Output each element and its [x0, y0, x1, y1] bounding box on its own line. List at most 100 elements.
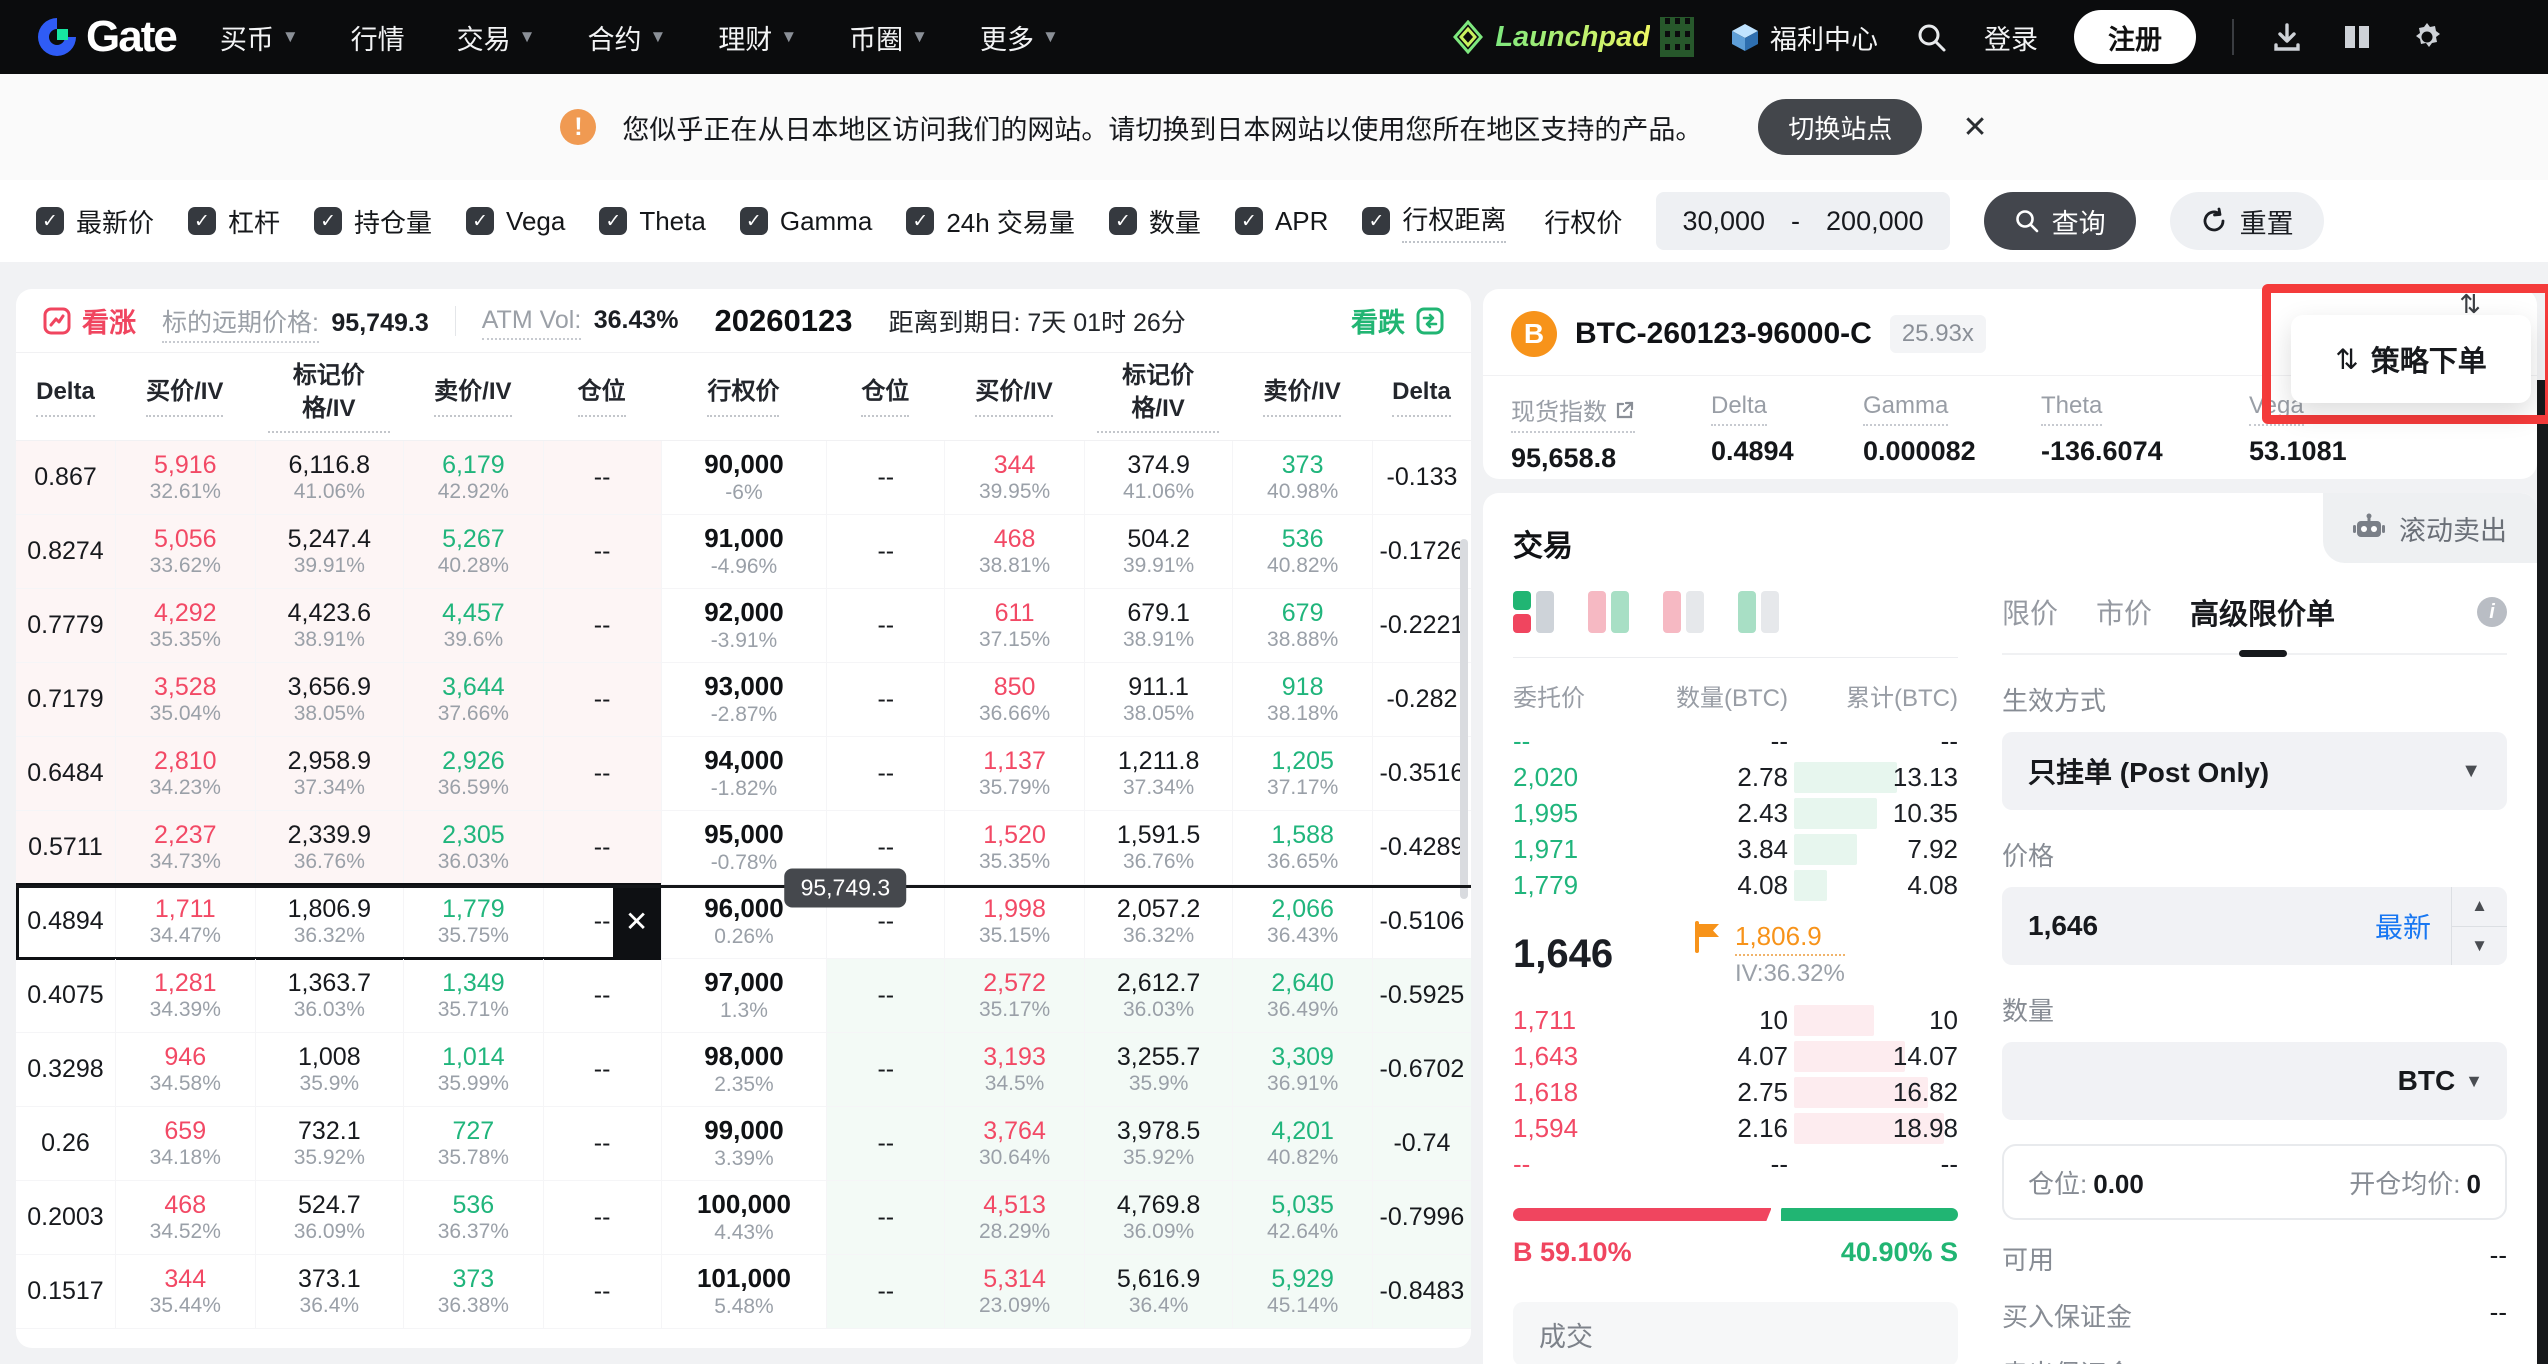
filter-checkbox-4[interactable]: ✓Vega — [466, 206, 565, 237]
use-latest-price-link[interactable]: 最新 — [2375, 906, 2451, 946]
book-mode-asks-icon[interactable] — [1738, 591, 1779, 633]
option-chain-row-94,000[interactable]: 0.64842,81034.23%2,958.937.34%2,92636.59… — [16, 737, 1471, 811]
ask-row[interactable]: 1,7794.084.08 — [1513, 867, 1958, 903]
quantity-input[interactable]: BTC ▼ — [2002, 1042, 2507, 1120]
chain-col-header-3[interactable]: 标记价格/IV — [255, 353, 403, 440]
chain-col-header-11[interactable]: Delta — [1372, 353, 1471, 440]
book-mode-bids-icon[interactable] — [1663, 591, 1704, 633]
filter-checkbox-7[interactable]: ✓24h 交易量 — [906, 203, 1075, 240]
chain-col-header-4[interactable]: 卖价/IV — [403, 353, 543, 440]
option-chain-row-92,000[interactable]: 0.77794,29235.35%4,423.638.91%4,45739.6%… — [16, 589, 1471, 663]
tab-高级限价单[interactable]: 高级限价单 — [2190, 591, 2335, 633]
option-chain-row-100,000[interactable]: 0.200346834.52%524.736.09%53636.37%--100… — [16, 1181, 1471, 1255]
reset-button[interactable]: 重置 — [2170, 192, 2324, 250]
nav-item-2[interactable]: 行情 — [351, 18, 405, 57]
option-chain-row-98,000[interactable]: 0.329894634.58%1,00835.9%1,01435.99%--98… — [16, 1033, 1471, 1107]
call-ask: 53636.37% — [403, 1181, 543, 1254]
tif-label: 生效方式 — [2002, 681, 2507, 718]
price-step-up-icon[interactable]: ▲ — [2452, 887, 2507, 927]
option-chain-row-99,000[interactable]: 0.2665934.18%732.135.92%72735.78%--99,00… — [16, 1107, 1471, 1181]
price-step-down-icon[interactable]: ▼ — [2452, 927, 2507, 966]
gate-logo[interactable]: Gate — [34, 12, 176, 62]
filter-checkbox-6[interactable]: ✓Gamma — [740, 206, 872, 237]
switch-site-button[interactable]: 切换站点 — [1758, 99, 1922, 155]
download-icon[interactable] — [2270, 20, 2304, 54]
apps-grid-icon[interactable] — [2480, 20, 2514, 54]
strike-min-value[interactable]: 30,000 — [1682, 206, 1765, 237]
external-link-icon[interactable] — [1615, 400, 1635, 420]
nav-item-3[interactable]: 交易▼ — [457, 18, 536, 57]
filter-checkbox-3[interactable]: ✓持仓量 — [314, 203, 432, 240]
nav-item-6[interactable]: 币圈▼ — [849, 18, 928, 57]
ask-row[interactable]: 1,9713.847.92 — [1513, 831, 1958, 867]
filter-checkbox-9[interactable]: ✓APR — [1235, 206, 1328, 237]
nav-welfare-center[interactable]: 福利中心 — [1730, 18, 1878, 57]
last-price[interactable]: 1,646 — [1513, 932, 1693, 977]
nav-item-5[interactable]: 理财▼ — [718, 18, 797, 57]
close-selected-icon[interactable]: ✕ — [613, 883, 661, 960]
info-icon[interactable]: i — [2477, 597, 2507, 627]
expiry-date[interactable]: 20260123 — [715, 303, 853, 339]
option-chain-row-101,000[interactable]: 0.151734435.44%373.136.4%37336.38%--101,… — [16, 1255, 1471, 1329]
put-ask: 2,06636.43% — [1232, 885, 1372, 958]
search-icon[interactable] — [1914, 20, 1948, 54]
price-input[interactable]: 1,646 最新 ▲ ▼ — [2002, 887, 2507, 965]
chain-col-header-9[interactable]: 标记价格/IV — [1084, 353, 1232, 440]
nav-item-4[interactable]: 合约▼ — [587, 18, 666, 57]
chain-col-header-7[interactable]: 仓位 — [826, 353, 944, 440]
gear-icon[interactable] — [2410, 20, 2444, 54]
ask-row[interactable]: 1,9952.4310.35 — [1513, 795, 1958, 831]
bid-row[interactable]: 1,5942.1618.98 — [1513, 1110, 1958, 1146]
login-link[interactable]: 登录 — [1984, 18, 2038, 57]
filter-checkbox-10[interactable]: ✓行权距离 — [1362, 200, 1506, 243]
bid-row[interactable]: ------ — [1513, 1146, 1958, 1182]
filter-checkbox-8[interactable]: ✓数量 — [1109, 203, 1201, 240]
option-chain-row-96,000[interactable]: 0.48941,71134.47%1,806.936.32%1,77935.75… — [16, 885, 1471, 959]
bid-row[interactable]: 1,6434.0714.07 — [1513, 1038, 1958, 1074]
price-value[interactable]: 1,646 — [2002, 910, 2098, 942]
tab-市价[interactable]: 市价 — [2096, 592, 2152, 632]
chevron-down-icon: ▼ — [2461, 760, 2481, 783]
tab-限价[interactable]: 限价 — [2002, 592, 2058, 632]
put-delta: -0.4289 — [1372, 811, 1471, 884]
ask-row[interactable]: 2,0202.7813.13 — [1513, 759, 1958, 795]
ask-row[interactable]: ------ — [1513, 723, 1958, 759]
tif-select[interactable]: 只挂单 (Post Only) ▼ — [2002, 732, 2507, 810]
bearish-label[interactable]: 看跌 — [1351, 301, 1445, 340]
option-chain-row-91,000[interactable]: 0.82745,05633.62%5,247.439.91%5,26740.28… — [16, 515, 1471, 589]
bid-row[interactable]: 1,6182.7516.82 — [1513, 1074, 1958, 1110]
book-mode-split-icon[interactable] — [1588, 591, 1629, 633]
strategy-order-button[interactable]: ⇅ 策略下单 — [2291, 315, 2531, 403]
chain-col-header-1[interactable]: Delta — [16, 353, 115, 440]
option-chain-row-97,000[interactable]: 0.40751,28134.39%1,363.736.03%1,34935.71… — [16, 959, 1471, 1033]
nav-launchpad[interactable]: Launchpad — [1451, 17, 1694, 57]
option-chain-row-93,000[interactable]: 0.71793,52835.04%3,656.938.05%3,64437.66… — [16, 663, 1471, 737]
book-icon[interactable] — [2340, 20, 2374, 54]
chain-col-header-5[interactable]: 仓位 — [543, 353, 661, 440]
chain-col-header-8[interactable]: 买价/IV — [944, 353, 1084, 440]
nav-item-7[interactable]: 更多▼ — [980, 18, 1059, 57]
collapsed-side-strip[interactable] — [2537, 380, 2548, 1364]
query-button[interactable]: 查询 — [1984, 192, 2136, 250]
banner-close-icon[interactable]: ✕ — [1962, 110, 1987, 145]
book-mode-both-icon[interactable] — [1513, 591, 1554, 633]
bid-row[interactable]: 1,7111010 — [1513, 1002, 1958, 1038]
option-chain-row-95,000[interactable]: 0.57112,23734.73%2,339.936.76%2,30536.03… — [16, 811, 1471, 885]
strike-range-input[interactable]: 30,000 - 200,000 — [1656, 192, 1949, 250]
roll-sell-button[interactable]: 滚动卖出 — [2323, 493, 2537, 563]
chain-col-header-2[interactable]: 买价/IV — [115, 353, 255, 440]
register-button[interactable]: 注册 — [2074, 10, 2196, 64]
filter-checkbox-2[interactable]: ✓杠杆 — [188, 203, 280, 240]
nav-item-1[interactable]: 买币▼ — [220, 18, 299, 57]
unit-select[interactable]: BTC ▼ — [2398, 1065, 2483, 1097]
chain-col-header-6[interactable]: 行权价 — [661, 353, 827, 440]
filter-checkbox-1[interactable]: ✓最新价 — [36, 203, 154, 240]
strike-max-value[interactable]: 200,000 — [1826, 206, 1924, 237]
option-chain-row-90,000[interactable]: 0.8675,91632.61%6,116.841.06%6,17942.92%… — [16, 441, 1471, 515]
call-bid: 34435.44% — [115, 1255, 255, 1328]
filter-checkbox-5[interactable]: ✓Theta — [599, 206, 706, 237]
bullish-label[interactable]: 看涨 — [42, 301, 136, 340]
chain-scrollbar[interactable] — [1460, 539, 1468, 899]
chain-col-header-10[interactable]: 卖价/IV — [1232, 353, 1372, 440]
mark-price[interactable]: 1,806.9 — [1735, 921, 1845, 956]
